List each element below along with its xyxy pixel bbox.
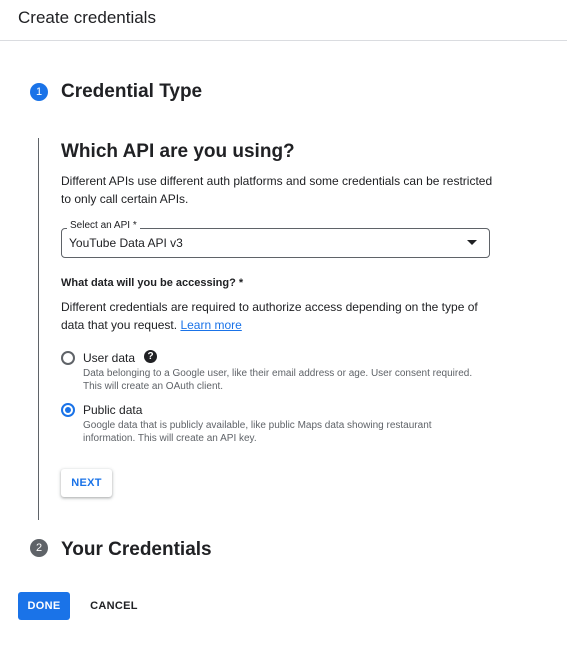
- step-1-title[interactable]: Credential Type: [61, 81, 202, 103]
- public-data-radio[interactable]: [61, 403, 75, 417]
- public-data-description: Google data that is publicly available, …: [83, 420, 432, 444]
- api-select-label: Select an API *: [67, 220, 140, 231]
- learn-more-link[interactable]: Learn more: [180, 318, 241, 332]
- user-data-description: Data belonging to a Google user, like th…: [83, 368, 473, 392]
- api-question-heading: Which API are you using?: [61, 141, 295, 162]
- user-data-label[interactable]: User data: [83, 351, 135, 365]
- dropdown-arrow-icon[interactable]: [467, 240, 477, 245]
- step-2-badge: 2: [30, 539, 48, 557]
- done-button[interactable]: DONE: [18, 592, 70, 620]
- dialog-header: Create credentials: [0, 0, 567, 41]
- radio-selected-dot: [65, 407, 71, 413]
- step-1-badge: 1: [30, 83, 48, 101]
- api-select-value[interactable]: YouTube Data API v3: [69, 236, 183, 250]
- next-button[interactable]: NEXT: [61, 469, 112, 497]
- dialog-title: Create credentials: [18, 8, 156, 27]
- cancel-button[interactable]: CANCEL: [84, 592, 144, 620]
- data-access-description-text: Different credentials are required to au…: [61, 300, 478, 332]
- api-description: Different APIs use different auth platfo…: [61, 174, 493, 206]
- user-data-radio[interactable]: [61, 351, 75, 365]
- step-connector-line: [38, 138, 39, 520]
- public-data-label[interactable]: Public data: [83, 403, 142, 417]
- data-access-description: Different credentials are required to au…: [61, 298, 501, 334]
- help-icon[interactable]: ?: [144, 350, 157, 363]
- step-2-title[interactable]: Your Credentials: [61, 539, 212, 561]
- data-access-question: What data will you be accessing? *: [61, 277, 244, 289]
